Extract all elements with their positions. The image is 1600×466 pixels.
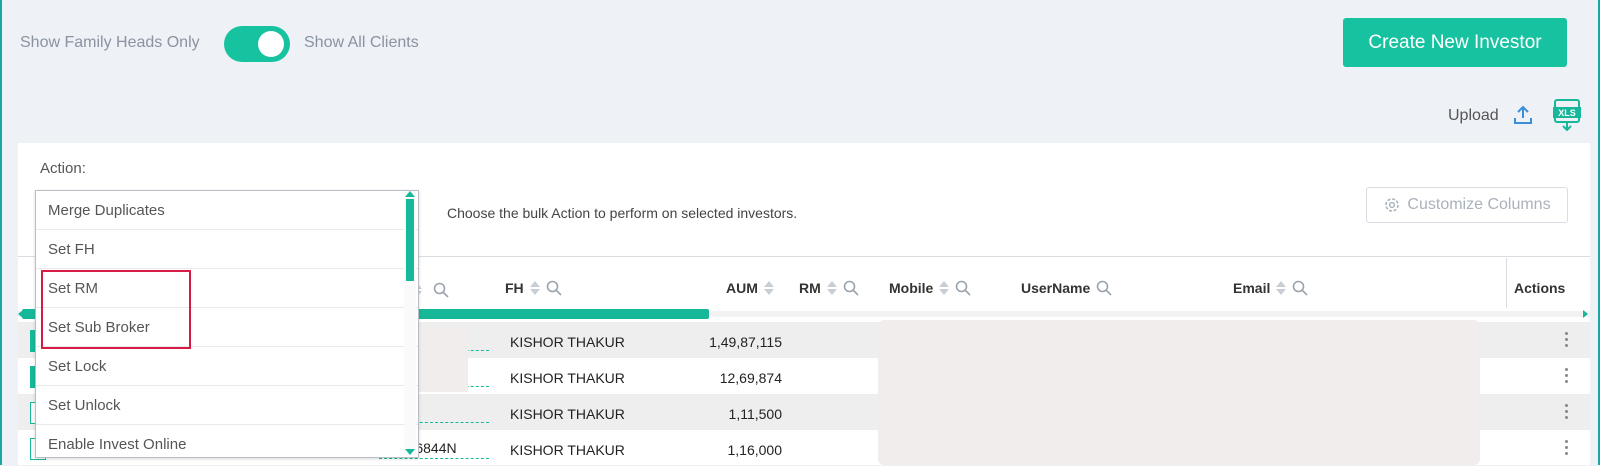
- dropdown-item-merge-duplicates[interactable]: Merge Duplicates: [36, 191, 418, 230]
- username-header-label: UserName: [1021, 280, 1091, 296]
- column-header-rm[interactable]: RM: [799, 280, 859, 296]
- search-icon[interactable]: [546, 280, 562, 296]
- aum-cell: 12,69,874: [719, 370, 782, 386]
- bulk-action-hint: Choose the bulk Action to perform on sel…: [447, 205, 798, 221]
- toggle-knob: [258, 31, 284, 57]
- search-icon[interactable]: [433, 282, 449, 298]
- upload-icon[interactable]: [1512, 104, 1534, 126]
- customize-columns-button[interactable]: Customize Columns: [1366, 187, 1568, 223]
- column-header-username[interactable]: UserName: [1021, 280, 1112, 296]
- clients-toggle[interactable]: [224, 26, 290, 62]
- aum-cell: 1,49,87,115: [709, 334, 782, 350]
- search-icon[interactable]: [955, 280, 971, 296]
- customize-columns-label: Customize Columns: [1407, 196, 1551, 213]
- aum-cell: 1,16,000: [727, 442, 783, 458]
- email-header-label: Email: [1233, 280, 1271, 296]
- link-underline: [379, 458, 489, 459]
- fh-cell: KISHOR THAKUR: [510, 334, 625, 350]
- search-icon[interactable]: [1096, 280, 1112, 296]
- dropdown-item-set-unlock[interactable]: Set Unlock: [36, 386, 418, 425]
- search-icon[interactable]: [1292, 280, 1308, 296]
- dropdown-scroll-thumb[interactable]: [406, 199, 414, 281]
- gear-icon: [1385, 198, 1400, 212]
- sort-icon[interactable]: [763, 281, 774, 295]
- redacted-area: [412, 328, 468, 392]
- column-header-aum[interactable]: AUM: [726, 280, 774, 296]
- xls-download-icon[interactable]: XLS: [1552, 99, 1582, 131]
- redacted-area: [878, 320, 1480, 465]
- all-clients-label: Show All Clients: [304, 34, 419, 51]
- dropdown-item-set-lock[interactable]: Set Lock: [36, 347, 418, 386]
- sort-icon[interactable]: [939, 281, 950, 295]
- row-actions-menu-icon[interactable]: [1565, 440, 1569, 455]
- aum-cell: 1,11,500: [728, 406, 782, 422]
- row-actions-menu-icon[interactable]: [1565, 404, 1569, 419]
- rm-header-label: RM: [799, 280, 821, 296]
- column-header-email[interactable]: Email: [1233, 280, 1308, 296]
- dropdown-scroll-up-arrow[interactable]: [405, 191, 415, 197]
- fh-cell: KISHOR THAKUR: [510, 370, 625, 386]
- column-header-mobile[interactable]: Mobile: [889, 280, 971, 296]
- dropdown-scroll-down-arrow[interactable]: [405, 449, 415, 455]
- create-new-investor-button[interactable]: Create New Investor: [1343, 18, 1567, 67]
- highlight-box: [41, 270, 191, 349]
- dropdown-item-set-fh[interactable]: Set FH: [36, 230, 418, 269]
- row-actions-menu-icon[interactable]: [1565, 368, 1569, 383]
- action-label: Action:: [40, 160, 86, 177]
- fh-cell: KISHOR THAKUR: [510, 442, 625, 458]
- actions-column-divider: [1506, 258, 1507, 308]
- row-actions-menu-icon[interactable]: [1565, 332, 1569, 347]
- actions-header-label: Actions: [1514, 280, 1566, 296]
- fh-header-label: FH: [505, 280, 524, 296]
- search-icon[interactable]: [843, 280, 859, 296]
- family-heads-label: Show Family Heads Only: [20, 34, 200, 51]
- fh-cell: KISHOR THAKUR: [510, 406, 625, 422]
- dropdown-item-enable-invest-online[interactable]: Enable Invest Online: [36, 425, 418, 457]
- scroll-left-arrow[interactable]: [18, 310, 23, 318]
- upload-label[interactable]: Upload: [1448, 107, 1499, 125]
- column-header-actions: Actions: [1514, 280, 1565, 296]
- column-header-fh[interactable]: FH: [505, 280, 562, 296]
- mobile-header-label: Mobile: [889, 280, 934, 296]
- sort-icon[interactable]: [826, 281, 837, 295]
- xls-icon-text: XLS: [1558, 108, 1576, 118]
- window-left-edge: [0, 0, 2, 465]
- sort-icon[interactable]: [1276, 281, 1287, 295]
- aum-header-label: AUM: [726, 280, 758, 296]
- sort-icon[interactable]: [529, 281, 540, 295]
- scroll-right-arrow[interactable]: [1583, 310, 1588, 318]
